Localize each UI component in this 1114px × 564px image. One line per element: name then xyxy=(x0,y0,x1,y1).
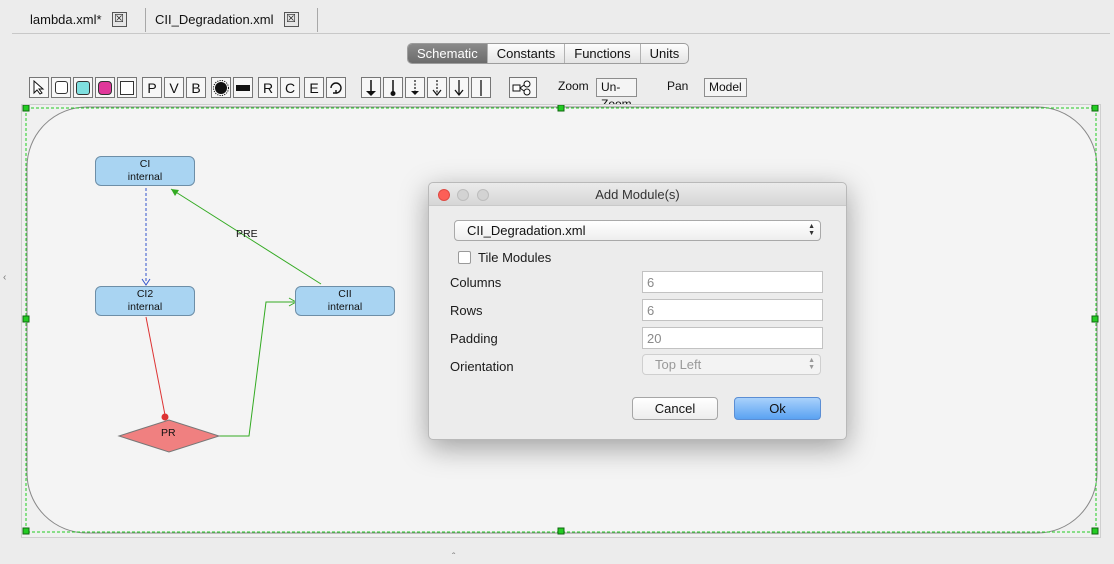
bar-tool-icon[interactable] xyxy=(233,77,253,98)
unzoom-button[interactable]: Un-Zoom xyxy=(596,78,637,111)
tool-v[interactable]: V xyxy=(164,77,184,98)
tool-p[interactable]: P xyxy=(142,77,162,98)
add-component-tool-icon[interactable] xyxy=(73,77,93,98)
add-species-tool-icon[interactable] xyxy=(51,77,71,98)
dialog-title: Add Module(s) xyxy=(595,187,680,202)
tool-v-label: V xyxy=(169,79,179,96)
tab-constants[interactable]: Constants xyxy=(486,44,565,63)
no-influence-line-icon[interactable] xyxy=(471,77,491,98)
zoom-button[interactable]: Zoom xyxy=(558,79,589,93)
species-name: CI2 xyxy=(136,288,154,300)
orientation-label: Orientation xyxy=(450,359,514,374)
selection-handle xyxy=(1091,315,1099,323)
view-tab-group: Schematic Constants Functions Units xyxy=(407,43,690,64)
module-select-value: CII_Degradation.xml xyxy=(467,223,586,238)
tab-label: lambda.xml* xyxy=(30,11,102,27)
orientation-select[interactable]: Top Left ▲ ▼ xyxy=(642,354,821,375)
module-tool-icon[interactable] xyxy=(509,77,537,98)
pan-button[interactable]: Pan xyxy=(667,79,688,93)
rows-label: Rows xyxy=(450,303,483,318)
columns-label: Columns xyxy=(450,275,502,290)
tab-lambda-xml[interactable]: lambda.xml* ☒ xyxy=(30,6,127,32)
degradation-tool-icon[interactable] xyxy=(326,77,346,98)
dialog-titlebar[interactable]: Add Module(s) xyxy=(429,183,846,206)
rows-field[interactable] xyxy=(642,299,823,321)
tab-cii-degradation-xml[interactable]: CII_Degradation.xml ☒ xyxy=(155,6,299,32)
repression-arrow-icon[interactable] xyxy=(405,77,425,98)
edge-label-pre: PRE xyxy=(236,228,258,240)
orientation-select-value: Top Left xyxy=(655,357,702,372)
tab-divider xyxy=(145,8,146,32)
production-arrow-icon[interactable] xyxy=(361,77,381,98)
species-cii[interactable]: CII internal xyxy=(295,286,395,316)
tab-bar-divider xyxy=(12,33,1110,34)
select-stepper-icon: ▲ ▼ xyxy=(808,357,815,371)
species-compartment: internal xyxy=(127,301,163,313)
selection-handle xyxy=(1091,105,1099,112)
activation-arrow-icon[interactable] xyxy=(383,77,403,98)
close-tab-icon[interactable]: ☒ xyxy=(111,11,127,27)
species-compartment: internal xyxy=(327,301,363,313)
tool-c[interactable]: C xyxy=(280,77,300,98)
promoter-pr-label[interactable]: PR xyxy=(161,427,176,439)
select-stepper-icon: ▲ ▼ xyxy=(808,223,815,237)
selection-handle xyxy=(22,315,30,323)
close-tab-icon[interactable]: ☒ xyxy=(283,11,299,27)
tool-b[interactable]: B xyxy=(186,77,206,98)
species-compartment: internal xyxy=(127,171,163,183)
padding-label: Padding xyxy=(450,331,498,346)
tab-units[interactable]: Units xyxy=(639,44,689,63)
add-grid-tool-icon[interactable] xyxy=(117,77,137,98)
tab-divider xyxy=(317,8,318,32)
species-ci[interactable]: CI internal xyxy=(95,156,195,186)
tool-e[interactable]: E xyxy=(304,77,324,98)
tab-label: CII_Degradation.xml xyxy=(155,11,274,27)
collapse-left-icon[interactable]: ‹ xyxy=(3,272,6,283)
select-tool-icon[interactable] xyxy=(29,77,49,98)
document-tab-bar: lambda.xml* ☒ CII_Degradation.xml ☒ xyxy=(0,0,1114,40)
columns-field[interactable] xyxy=(642,271,823,293)
influence-arrow-icon[interactable] xyxy=(449,77,469,98)
model-button[interactable]: Model xyxy=(704,78,747,97)
species-name: CI xyxy=(139,158,151,170)
collapse-bottom-icon[interactable]: ˆ xyxy=(452,552,455,563)
tile-modules-checkbox[interactable] xyxy=(458,251,471,264)
add-promoter-tool-icon[interactable] xyxy=(95,77,115,98)
species-ci2[interactable]: CI2 internal xyxy=(95,286,195,316)
selection-handle xyxy=(557,527,565,535)
padding-field[interactable] xyxy=(642,327,823,349)
selection-handle xyxy=(22,527,30,535)
ok-button[interactable]: Ok xyxy=(734,397,821,420)
explosion-tool-icon[interactable] xyxy=(211,77,231,98)
selection-handle xyxy=(557,105,565,112)
module-select[interactable]: CII_Degradation.xml ▲ ▼ xyxy=(454,220,821,241)
species-name: CII xyxy=(338,288,352,300)
add-modules-dialog: Add Module(s) CII_Degradation.xml ▲ ▼ Til… xyxy=(428,182,847,440)
tab-schematic[interactable]: Schematic xyxy=(408,44,487,63)
selection-handle xyxy=(22,105,30,112)
complex-arrow-icon[interactable] xyxy=(427,77,447,98)
selection-handle xyxy=(1091,527,1099,535)
cancel-button[interactable]: Cancel xyxy=(632,397,718,420)
tab-functions[interactable]: Functions xyxy=(564,44,639,63)
repression-edge-head xyxy=(161,413,169,421)
tile-modules-label: Tile Modules xyxy=(478,250,552,265)
tool-r[interactable]: R xyxy=(258,77,278,98)
